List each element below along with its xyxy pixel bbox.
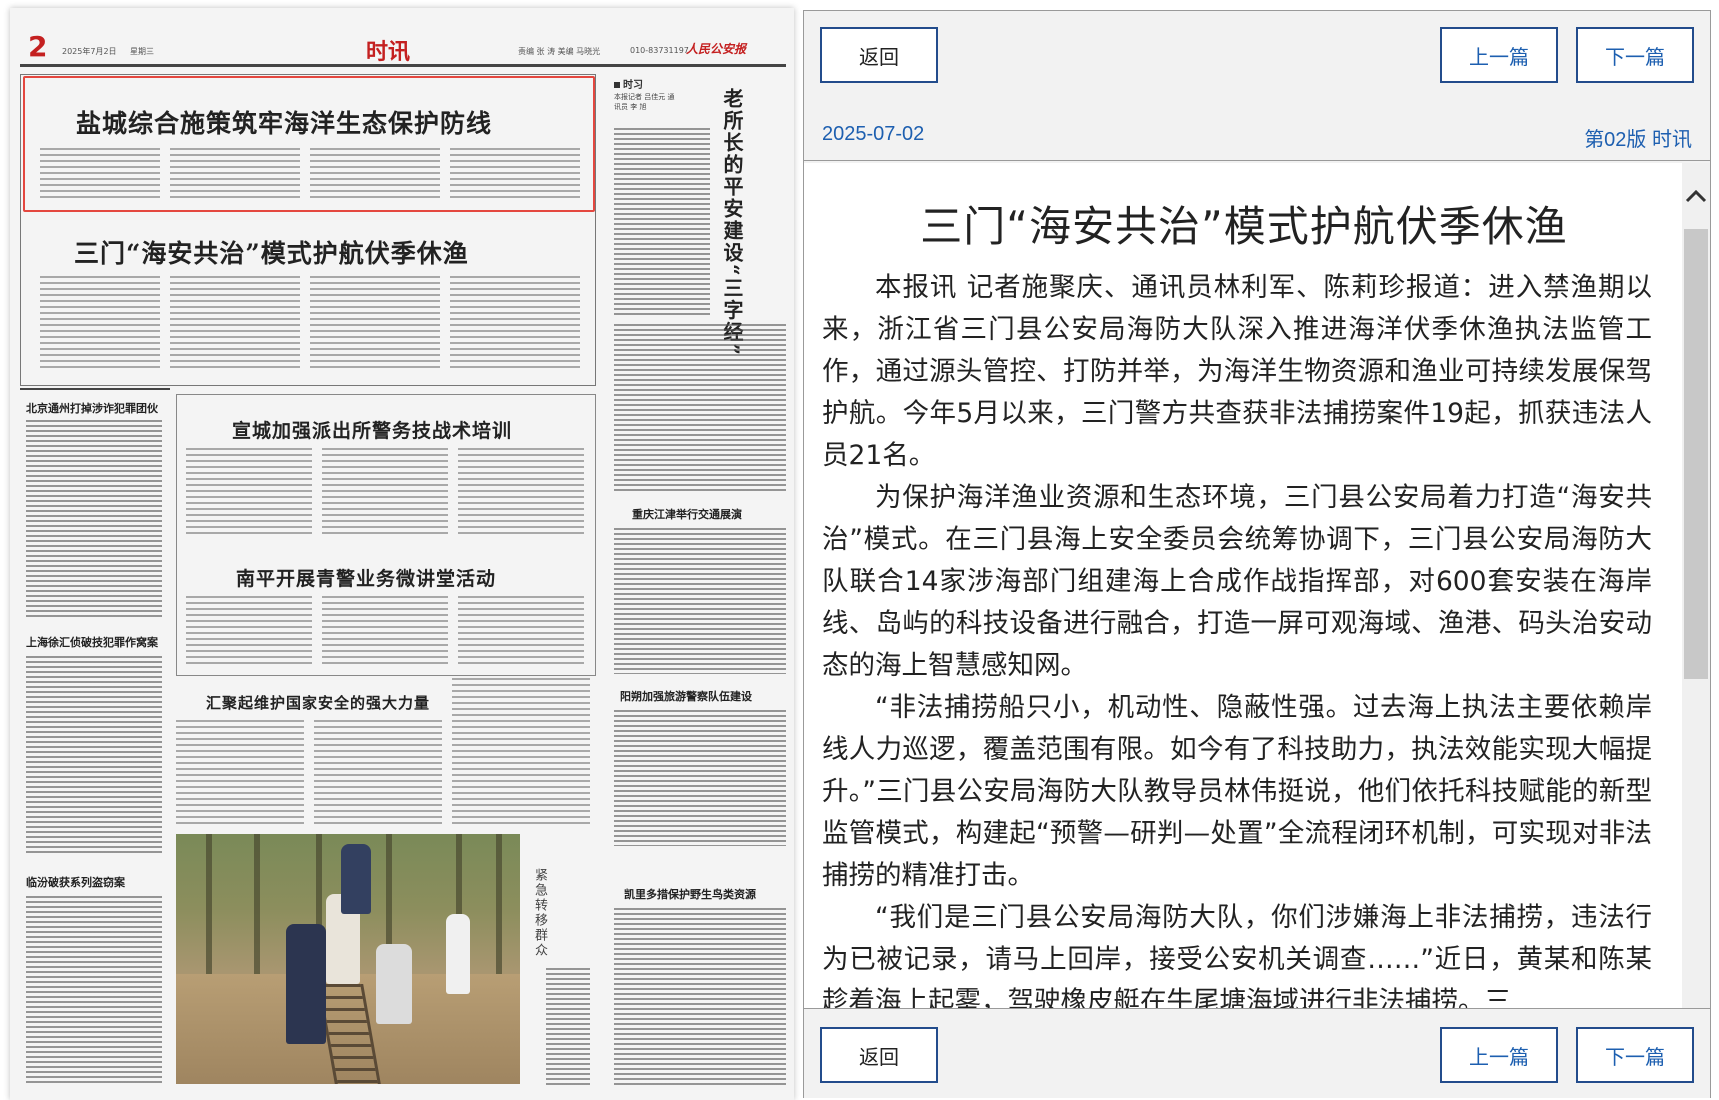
text-block [458,448,584,538]
brief-headline-6[interactable]: 凯里多措保护野生鸟类资源 [624,886,756,902]
text-block [40,148,160,202]
headline-fourth[interactable]: 南平开展青警业务微讲堂活动 [236,564,496,591]
page-phone: 010-83731197 [630,46,689,55]
news-photo [176,834,520,1084]
back-button-bottom[interactable]: 返回 [820,1027,938,1083]
page-date: 2025年7月2日 [62,47,117,56]
text-block [186,448,312,538]
photo-caption: 紧急转移群众 [532,868,547,958]
next-article-button[interactable]: 下一篇 [1576,27,1694,83]
brief-headline-4[interactable]: 重庆江津举行交通展演 [632,506,742,522]
headline-third[interactable]: 宣城加强派出所警务技战术培训 [232,416,512,443]
scrollbar-thumb[interactable] [1684,229,1708,679]
text-block [314,720,442,824]
text-block [170,148,300,202]
text-block [310,276,440,372]
text-block [614,908,786,1086]
masthead-logo: 人民公安报 [686,42,747,56]
next-article-button-bottom[interactable]: 下一篇 [1576,1027,1694,1083]
text-block [322,448,448,538]
text-block [614,528,786,674]
article-content[interactable]: 三门“海安共治”模式护航伏季休渔 本报讯 记者施聚庆、通讯员林利军、陈莉珍报道：… [804,163,1710,1008]
prev-article-button-bottom[interactable]: 上一篇 [1440,1027,1558,1083]
page-editors: 责编 张 涛 美编 马晓光 [518,47,601,56]
column-label: 时习 [614,76,643,91]
text-block [40,276,160,372]
article-title: 三门“海安共治”模式护航伏季休渔 [920,202,1568,251]
text-block [452,678,590,824]
page-weekday: 星期三 [130,47,154,56]
text-block [458,596,584,666]
column-title[interactable]: 老所长的平安建设“三字经” [718,88,747,357]
brief-headline-1[interactable]: 北京通州打掉涉诈犯罪团伙 [26,400,158,416]
text-block [614,128,710,318]
text-block [176,720,304,824]
article-body: 本报讯 记者施聚庆、通讯员林利军、陈莉珍报道：进入禁渔期以来，浙江省三门县公安局… [822,267,1652,1008]
text-block [310,148,440,202]
bottom-nav-bar: 返回 上一篇 下一篇 [804,1008,1710,1098]
scroll-up-arrow-icon[interactable] [1682,163,1710,229]
column-byline: 本报记者 吕佳元 通讯员 李 旭 [614,93,675,111]
brief-rule [20,388,170,390]
text-block [186,596,312,666]
text-block [26,896,162,1086]
headline-second[interactable]: 三门“海安共治”模式护航伏季休渔 [74,234,469,270]
article-date: 2025-07-02 [822,123,925,145]
page-number: 2 [28,30,48,63]
brief-headline-3[interactable]: 临汾破获系列盗窃案 [26,874,125,890]
header-rule [20,64,786,67]
article-reader: 返回 上一篇 下一篇 2025-07-02 第02版 时讯 三门“海安共治”模式… [803,10,1711,1098]
text-block [322,596,448,666]
text-block [546,968,590,1086]
article-meta-bar: 2025-07-02 第02版 时讯 [804,109,1710,161]
article-paragraph: 为保护海洋渔业资源和生态环境，三门县公安局着力打造“海安共治”模式。在三门县海上… [822,482,1652,681]
text-block [26,656,162,856]
brief-headline-5[interactable]: 阳朔加强旅游警察队伍建设 [620,688,752,704]
article-scrollbar[interactable] [1682,163,1710,1008]
headline-fifth[interactable]: 汇聚起维护国家安全的强大力量 [206,692,430,713]
newspaper-page: 2 2025年7月2日 星期三 时讯 责编 张 涛 美编 马晓光 010-837… [10,8,794,1100]
section-name: 时讯 [366,39,411,65]
text-block [450,276,580,372]
text-block [614,324,786,494]
article-paragraph: “非法捕捞船只小，机动性、隐蔽性强。过去海上执法主要依赖岸线人力巡逻，覆盖范围有… [822,692,1652,891]
back-button[interactable]: 返回 [820,27,938,83]
text-block [26,420,162,620]
article-paragraph: “我们是三门县公安局海防大队，你们涉嫌海上非法捕捞，违法行为已被记录，请马上回岸… [822,902,1652,1008]
prev-article-button[interactable]: 上一篇 [1440,27,1558,83]
headline-lead[interactable]: 盐城综合施策筑牢海洋生态保护防线 [76,104,492,140]
edition-link[interactable]: 第02版 时讯 [1584,123,1692,152]
text-block [170,276,300,372]
brief-headline-2[interactable]: 上海徐汇侦破技犯罪作窝案 [26,634,158,650]
text-block [450,148,580,202]
article-paragraph: 本报讯 记者施聚庆、通讯员林利军、陈莉珍报道：进入禁渔期以来，浙江省三门县公安局… [822,272,1652,471]
text-block [614,710,786,846]
